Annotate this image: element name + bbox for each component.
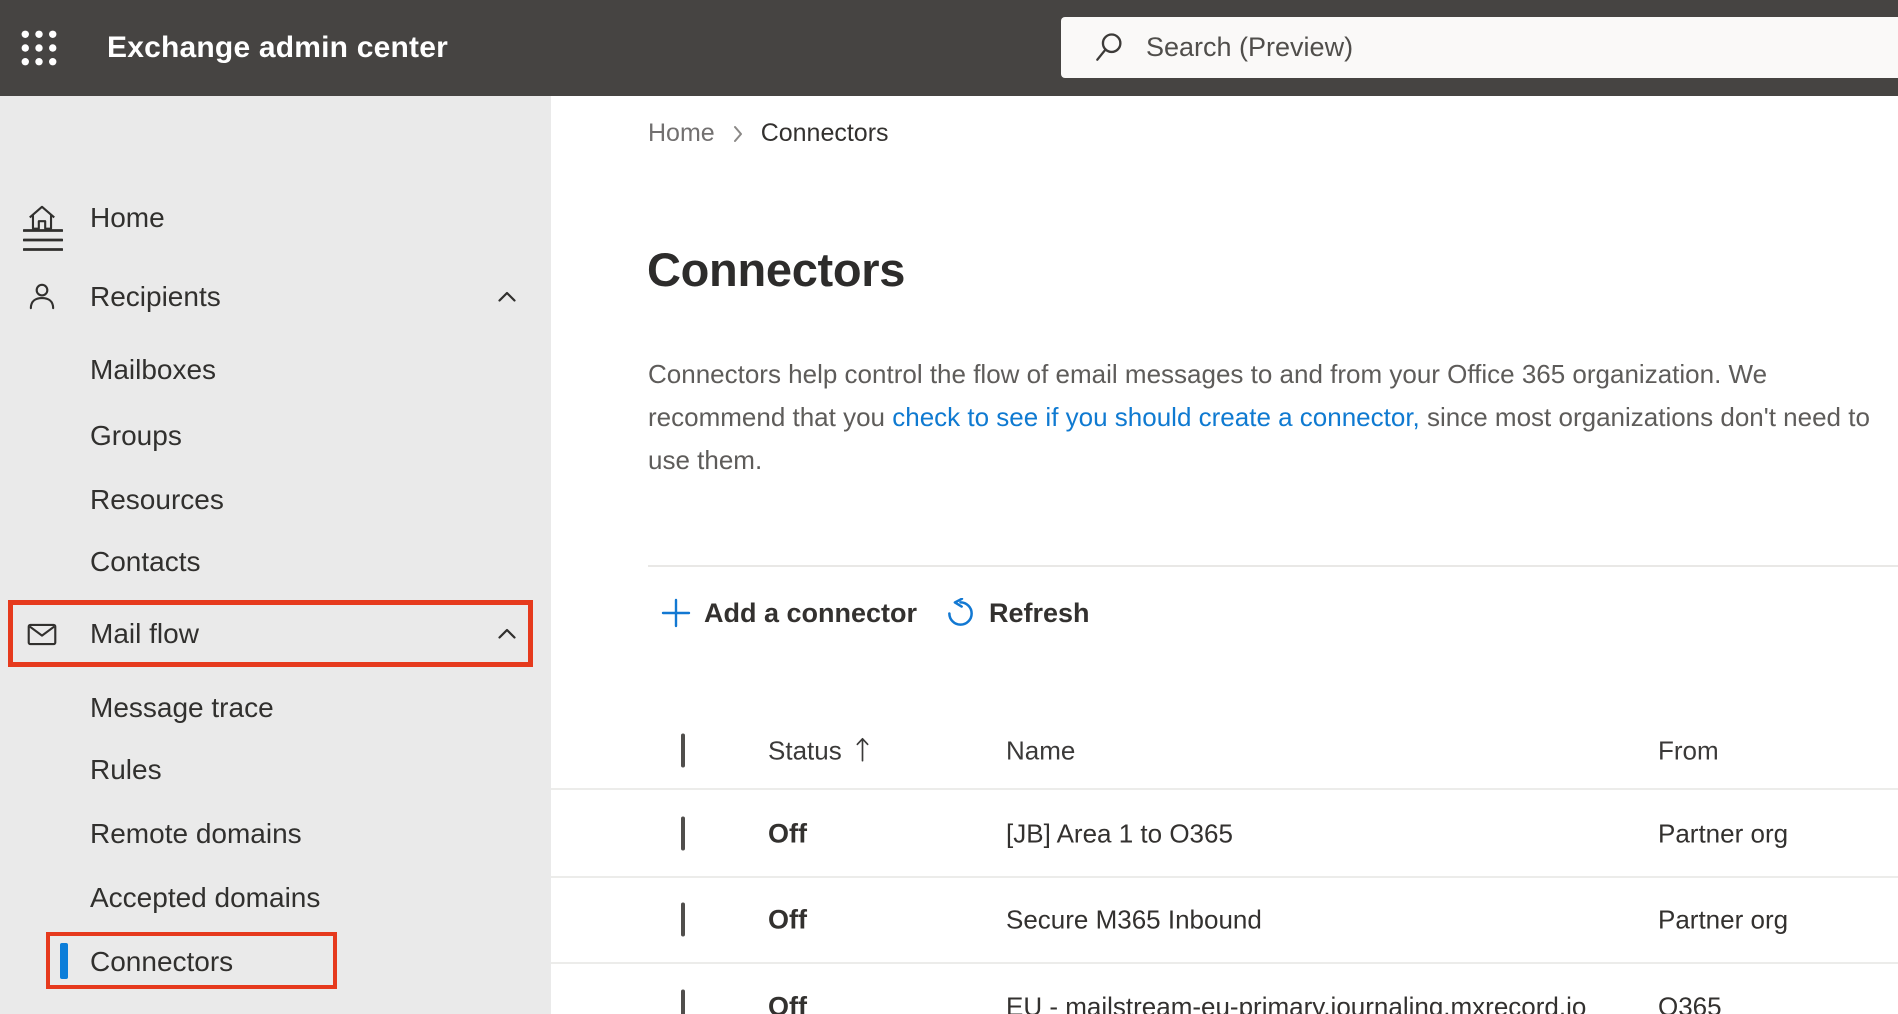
row-from: O365 (1658, 991, 1722, 1014)
sidebar-item-groups[interactable]: Groups (0, 412, 551, 460)
refresh-label: Refresh (989, 597, 1090, 628)
mail-icon (25, 617, 59, 651)
sort-ascending-icon (854, 735, 871, 763)
sidebar-item-accepted-domains[interactable]: Accepted domains (0, 874, 551, 922)
search-icon (1092, 31, 1126, 65)
app-title: Exchange admin center (107, 31, 448, 64)
sidebar-item-label: Accepted domains (90, 882, 321, 913)
toolbar-divider (648, 565, 1898, 567)
row-checkbox[interactable] (681, 902, 685, 937)
add-connector-label: Add a connector (704, 597, 918, 628)
sidebar-item-label: Recipients (90, 281, 221, 312)
row-name[interactable]: [JB] Area 1 to O365 (1006, 819, 1233, 850)
sidebar-item-label: Rules (90, 754, 162, 785)
breadcrumb: Home Connectors (648, 118, 889, 148)
search-input[interactable] (1146, 32, 1898, 63)
chevron-up-icon[interactable] (494, 621, 520, 647)
topbar: Exchange admin center (0, 0, 1898, 96)
table-header: Status Name From (551, 713, 1898, 790)
row-from: Partner org (1658, 904, 1789, 935)
toolbar: Add a connector Refresh (551, 589, 1898, 637)
row-name[interactable]: EU - mailstream-eu-primary.journaling.mx… (1006, 992, 1586, 1014)
breadcrumb-current: Connectors (760, 118, 889, 147)
breadcrumb-home-link[interactable]: Home (648, 119, 715, 148)
row-status: Off (768, 904, 807, 935)
app-launcher-waffle-icon[interactable] (20, 27, 62, 69)
sidebar-item-mail-flow[interactable]: Mail flow (0, 610, 551, 658)
sidebar-item-label: Groups (90, 420, 182, 451)
breadcrumb-chevron-icon (731, 124, 745, 144)
page-description: Connectors help control the flow of emai… (648, 353, 1896, 482)
refresh-button[interactable]: Refresh (945, 589, 1090, 637)
home-icon (25, 201, 59, 235)
page-title: Connectors (647, 243, 906, 296)
row-checkbox[interactable] (681, 989, 685, 1014)
sidebar-item-message-trace[interactable]: Message trace (0, 684, 551, 732)
create-connector-check-link[interactable]: check to see if you should create a conn… (892, 402, 1420, 432)
row-checkbox[interactable] (681, 816, 685, 851)
sidebar-item-mailboxes[interactable]: Mailboxes (0, 346, 551, 394)
selected-item-indicator (60, 943, 68, 979)
sidebar-item-remote-domains[interactable]: Remote domains (0, 810, 551, 858)
table-row[interactable]: Off EU - mailstream-eu-primary.journalin… (551, 964, 1898, 1014)
column-header-status[interactable]: Status (768, 735, 842, 765)
sidebar-item-label: Connectors (90, 946, 234, 977)
sidebar-item-label: Remote domains (90, 818, 302, 849)
chevron-up-icon[interactable] (494, 284, 520, 310)
select-all-checkbox[interactable] (681, 733, 685, 767)
sidebar-item-label: Mail flow (90, 618, 199, 649)
main-content: Home Connectors Connectors Connectors he… (551, 96, 1898, 1014)
sidebar-item-resources[interactable]: Resources (0, 476, 551, 524)
person-icon (25, 280, 59, 314)
row-status: Off (768, 818, 807, 849)
add-connector-button[interactable]: Add a connector (661, 589, 917, 637)
sidebar-item-label: Mailboxes (90, 354, 217, 385)
sidebar-item-rules[interactable]: Rules (0, 746, 551, 794)
refresh-icon (945, 597, 976, 629)
sidebar-item-contacts[interactable]: Contacts (0, 538, 551, 586)
column-header-from[interactable]: From (1658, 735, 1719, 766)
sidebar-item-label: Message trace (90, 692, 274, 723)
table-row[interactable]: Off Secure M365 Inbound Partner org (551, 878, 1898, 964)
column-header-name[interactable]: Name (1006, 735, 1075, 766)
row-name[interactable]: Secure M365 Inbound (1006, 905, 1262, 936)
row-status: Off (768, 991, 807, 1014)
sidebar: Home Recipients Mailboxes Groups Resourc… (0, 96, 551, 1014)
plus-icon (661, 598, 691, 628)
row-from: Partner org (1658, 818, 1789, 849)
sidebar-item-recipients[interactable]: Recipients (0, 273, 551, 321)
sidebar-item-home[interactable]: Home (0, 194, 551, 242)
sidebar-item-label: Home (90, 202, 165, 233)
sidebar-item-label: Contacts (90, 546, 201, 577)
search-box[interactable] (1061, 17, 1898, 78)
sidebar-item-connectors[interactable]: Connectors (0, 938, 551, 986)
table-row[interactable]: Off [JB] Area 1 to O365 Partner org (551, 792, 1898, 878)
sidebar-item-label: Resources (90, 484, 224, 515)
